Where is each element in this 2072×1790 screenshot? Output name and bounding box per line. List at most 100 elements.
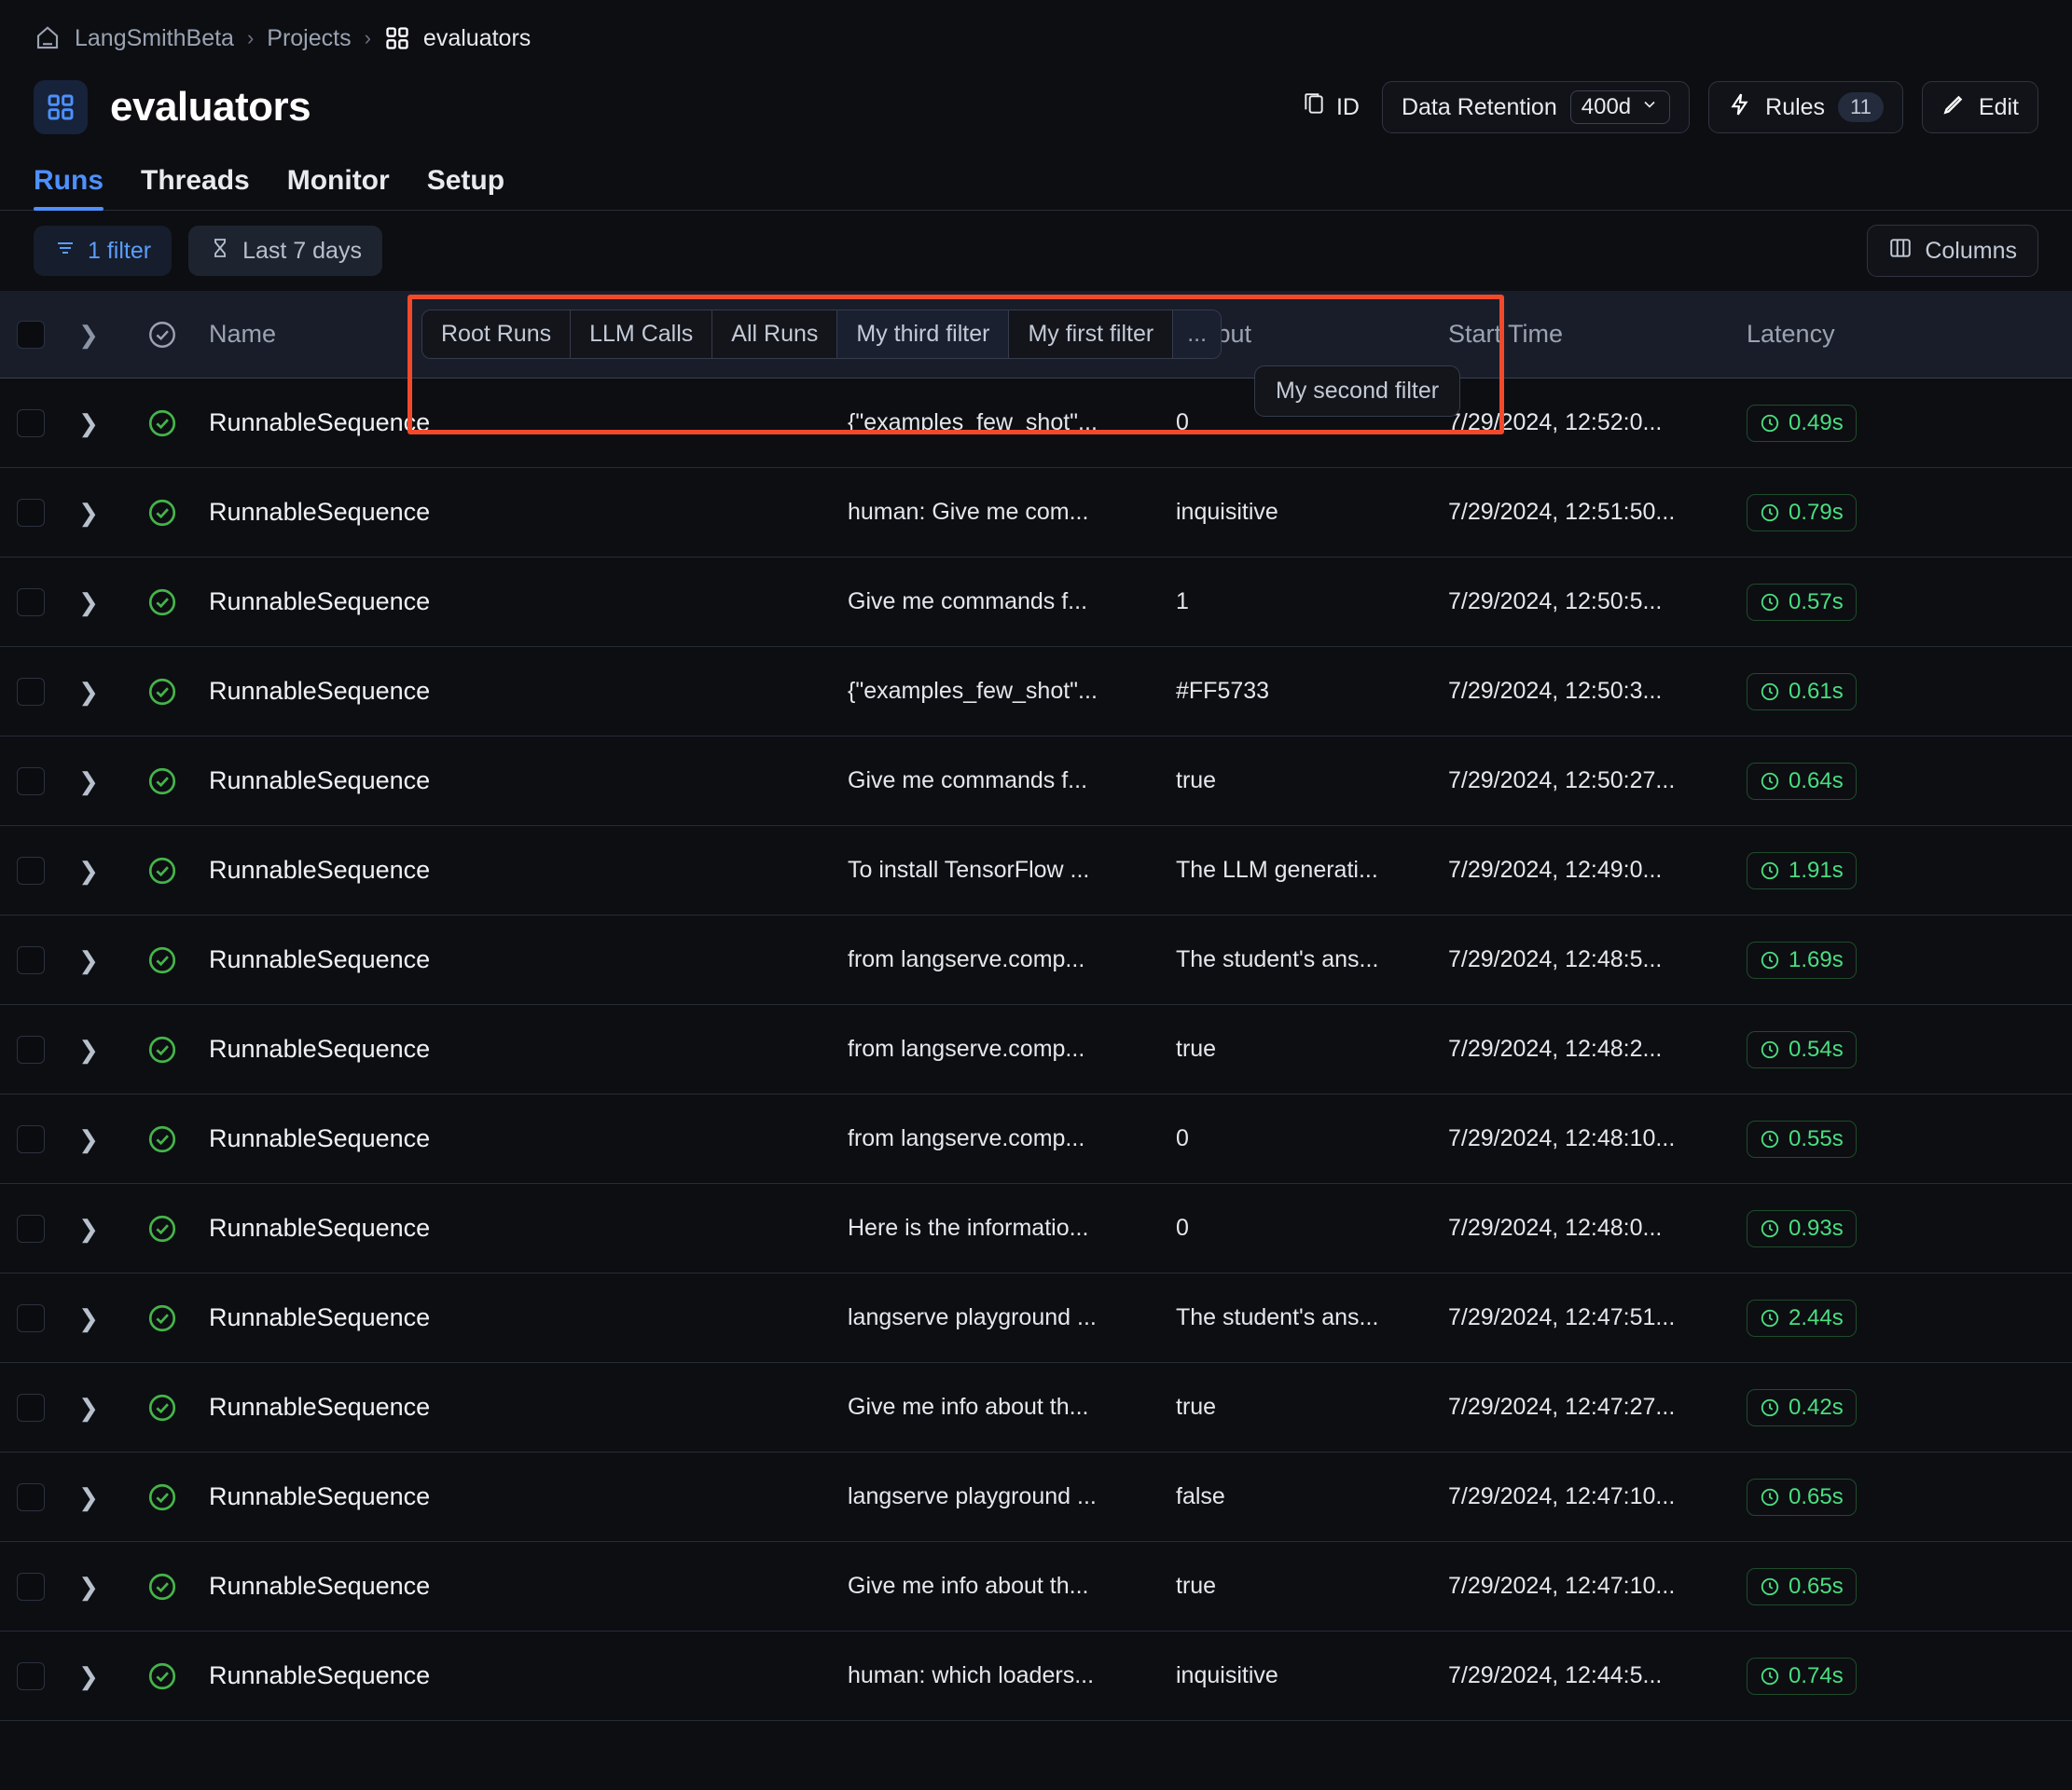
tab-setup[interactable]: Setup: [427, 165, 504, 210]
row-checkbox[interactable]: [0, 1662, 62, 1690]
table-row[interactable]: ❯ RunnableSequencelangserve playground ..…: [0, 1274, 2072, 1363]
row-checkbox[interactable]: [0, 1036, 62, 1064]
cell-input: {"examples_few_shot"...: [848, 409, 1176, 436]
cell-name[interactable]: RunnableSequence: [209, 677, 848, 706]
column-header-start-time[interactable]: Start Time: [1448, 320, 1747, 349]
cell-name[interactable]: RunnableSequence: [209, 1214, 848, 1243]
row-checkbox[interactable]: [0, 588, 62, 616]
columns-button[interactable]: Columns: [1867, 225, 2038, 277]
cell-name[interactable]: RunnableSequence: [209, 1572, 848, 1601]
data-retention-control[interactable]: Data Retention 400d: [1382, 81, 1690, 133]
filter-chip-all-runs[interactable]: All Runs: [712, 310, 837, 358]
table-row[interactable]: ❯RunnableSequenceGive me commands f...17…: [0, 558, 2072, 647]
cell-latency: 0.49s: [1747, 405, 2072, 442]
table-row[interactable]: ❯RunnableSequencefrom langserve.comp...t…: [0, 1005, 2072, 1095]
table-row[interactable]: ❯RunnableSequencefrom langserve.comp...0…: [0, 1095, 2072, 1184]
row-checkbox[interactable]: [0, 678, 62, 706]
table-row[interactable]: ❯RunnableSequenceGive me info about th..…: [0, 1363, 2072, 1453]
table-row[interactable]: ❯RunnableSequence{"examples_few_shot"...…: [0, 647, 2072, 737]
filter-chip-root-runs[interactable]: Root Runs: [422, 310, 571, 358]
cell-input: langserve playground ...: [848, 1304, 1176, 1331]
edit-button[interactable]: Edit: [1922, 81, 2038, 133]
row-expand-toggle[interactable]: ❯: [62, 859, 116, 883]
tab-threads[interactable]: Threads: [141, 165, 250, 210]
column-header-latency[interactable]: Latency: [1747, 320, 2072, 349]
cell-name[interactable]: RunnableSequence: [209, 1482, 848, 1511]
tab-monitor[interactable]: Monitor: [287, 165, 390, 210]
row-expand-toggle[interactable]: ❯: [62, 1127, 116, 1151]
table-row[interactable]: ❯ RunnableSequence{"examples_few_shot"...…: [0, 379, 2072, 468]
row-expand-toggle[interactable]: ❯: [62, 411, 116, 435]
cell-name[interactable]: RunnableSequence: [209, 945, 848, 974]
cell-name[interactable]: RunnableSequence: [209, 1303, 848, 1332]
cell-name[interactable]: RunnableSequence: [209, 1035, 848, 1064]
row-expand-toggle[interactable]: ❯: [62, 590, 116, 614]
cell-latency: 0.61s: [1747, 673, 2072, 710]
filter-button[interactable]: 1 filter: [34, 226, 172, 276]
table-row[interactable]: ❯RunnableSequencehuman: Give me com...in…: [0, 468, 2072, 558]
filter-label: 1 filter: [88, 238, 151, 265]
table-row[interactable]: ❯RunnableSequenceGive me commands f...tr…: [0, 737, 2072, 826]
row-checkbox[interactable]: [0, 1304, 62, 1332]
table-row[interactable]: ❯RunnableSequenceGive me info about th..…: [0, 1542, 2072, 1632]
breadcrumb-org[interactable]: LangSmithBeta: [75, 25, 234, 52]
filter-chip-overflow-button[interactable]: ...: [1173, 310, 1221, 358]
cell-latency: 1.69s: [1747, 942, 2072, 979]
cell-name[interactable]: RunnableSequence: [209, 1661, 848, 1690]
breadcrumb-project[interactable]: evaluators: [423, 25, 531, 52]
copy-id-button[interactable]: ID: [1298, 87, 1363, 129]
cell-name[interactable]: RunnableSequence: [209, 587, 848, 616]
cell-start-time: 7/29/2024, 12:50:3...: [1448, 678, 1747, 705]
row-checkbox[interactable]: [0, 409, 62, 437]
latency-value: 0.93s: [1789, 1216, 1844, 1242]
table-row[interactable]: ❯RunnableSequencelangserve playground ..…: [0, 1453, 2072, 1542]
time-range-button[interactable]: Last 7 days: [188, 226, 382, 276]
home-icon[interactable]: [34, 24, 62, 52]
breadcrumb-projects[interactable]: Projects: [267, 25, 351, 52]
cell-name[interactable]: RunnableSequence: [209, 1124, 848, 1153]
data-retention-select[interactable]: 400d: [1570, 90, 1670, 124]
latency-value: 0.65s: [1789, 1484, 1844, 1510]
cell-name[interactable]: RunnableSequence: [209, 1393, 848, 1422]
data-retention-label: Data Retention: [1402, 94, 1557, 121]
filter-chip-my-third-filter[interactable]: My third filter: [837, 310, 1009, 358]
cell-name[interactable]: RunnableSequence: [209, 498, 848, 527]
row-checkbox[interactable]: [0, 857, 62, 885]
row-expand-toggle[interactable]: ❯: [62, 1485, 116, 1509]
cell-name[interactable]: RunnableSequence: [209, 856, 848, 885]
select-all-checkbox[interactable]: [0, 321, 62, 349]
table-row[interactable]: ❯RunnableSequencefrom langserve.comp...T…: [0, 916, 2072, 1005]
run-status-success-icon: [116, 407, 209, 439]
filter-chip-llm-calls[interactable]: LLM Calls: [571, 310, 712, 358]
row-checkbox[interactable]: [0, 499, 62, 527]
row-checkbox[interactable]: [0, 1483, 62, 1511]
filter-chip-my-first-filter[interactable]: My first filter: [1009, 310, 1173, 358]
table-row[interactable]: ❯RunnableSequencehuman: which loaders...…: [0, 1632, 2072, 1721]
row-expand-toggle[interactable]: ❯: [62, 501, 116, 525]
rules-button[interactable]: Rules 11: [1708, 81, 1903, 133]
row-expand-toggle[interactable]: ❯: [62, 1038, 116, 1062]
row-checkbox[interactable]: [0, 1215, 62, 1243]
row-expand-toggle[interactable]: ❯: [62, 1217, 116, 1241]
cell-name[interactable]: RunnableSequence: [209, 408, 848, 437]
row-checkbox[interactable]: [0, 1125, 62, 1153]
tab-runs[interactable]: Runs: [34, 165, 104, 210]
row-expand-toggle[interactable]: ❯: [62, 1396, 116, 1420]
run-status-success-icon: [116, 586, 209, 618]
row-expand-toggle[interactable]: ❯: [62, 1306, 116, 1330]
row-checkbox[interactable]: [0, 1394, 62, 1422]
row-expand-toggle[interactable]: ❯: [62, 769, 116, 793]
expand-all-toggle[interactable]: ❯: [62, 323, 116, 347]
row-expand-toggle[interactable]: ❯: [62, 1664, 116, 1688]
row-expand-toggle[interactable]: ❯: [62, 948, 116, 972]
row-checkbox[interactable]: [0, 1573, 62, 1601]
table-row[interactable]: ❯RunnableSequenceTo install TensorFlow .…: [0, 826, 2072, 916]
row-expand-toggle[interactable]: ❯: [62, 1575, 116, 1599]
cell-name[interactable]: RunnableSequence: [209, 766, 848, 795]
table-row[interactable]: ❯RunnableSequenceHere is the informatio.…: [0, 1184, 2072, 1274]
row-checkbox[interactable]: [0, 767, 62, 795]
filter-overflow-menu-item[interactable]: My second filter: [1254, 365, 1460, 417]
tab-bar: Runs Threads Monitor Setup: [0, 142, 2072, 211]
row-expand-toggle[interactable]: ❯: [62, 680, 116, 704]
row-checkbox[interactable]: [0, 946, 62, 974]
